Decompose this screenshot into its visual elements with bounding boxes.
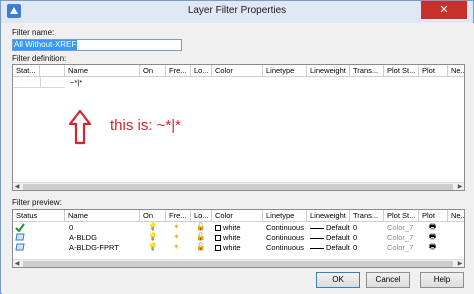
layer-name[interactable]: A-BLDG-FPRT [69,243,119,253]
sun-icon[interactable]: ☀ [173,242,180,252]
def-col-color[interactable]: Color [212,65,263,77]
def-row-name[interactable]: ~*|* [70,78,82,88]
lineweight-cell[interactable]: Default [310,243,350,253]
sun-icon[interactable]: ☀ [173,222,180,232]
layer-name[interactable]: 0 [69,223,73,233]
preview-horizontal-scrollbar[interactable]: ◀ ▶ [13,259,464,267]
cancel-button[interactable]: Cancel [366,272,410,288]
def-col-status-2[interactable] [40,65,65,77]
unlock-icon[interactable]: 🔓 [196,242,205,252]
def-horizontal-scrollbar[interactable]: ◀ ▶ [13,182,464,190]
def-col-on[interactable]: On [140,65,166,77]
title-bar: Layer Filter Properties ✕ [1,1,473,23]
linetype-cell[interactable]: Continuous [266,233,304,243]
scroll-right-icon[interactable]: ▶ [456,183,464,190]
lineweight-cell[interactable]: Default [310,223,350,233]
plot-style-cell[interactable]: Color_7 [387,233,413,243]
prev-col-linetype[interactable]: Linetype [263,210,307,222]
unlock-icon[interactable]: 🔓 [196,232,205,242]
lightbulb-icon[interactable]: 💡 [148,222,157,232]
printer-icon[interactable]: 🖶 [429,222,436,232]
color-name: white [223,243,241,252]
def-row-divider [40,77,41,87]
lightbulb-icon[interactable]: 💡 [148,242,157,252]
lineweight-value: Default [326,223,350,232]
color-cell[interactable]: white [215,223,241,233]
transparency-cell[interactable]: 0 [353,243,357,253]
transparency-cell[interactable]: 0 [353,223,357,233]
prev-col-plot[interactable]: Plot [419,210,448,222]
def-col-linetype[interactable]: Linetype [263,65,307,77]
lineweight-line [310,227,324,229]
filter-name-input[interactable]: All Without-XREF [12,39,182,51]
scrollbar-thumb[interactable] [23,261,453,267]
plot-style-cell[interactable]: Color_7 [387,223,413,233]
prev-col-on[interactable]: On [140,210,166,222]
layer-icon [15,243,25,254]
filter-name-label: Filter name: [12,28,55,37]
prev-col-name[interactable]: Name [65,210,140,222]
def-row-underline [13,87,65,88]
help-button[interactable]: Help [420,272,464,288]
scroll-left-icon[interactable]: ◀ [13,183,21,190]
lightbulb-icon[interactable]: 💡 [148,232,157,242]
color-cell[interactable]: white [215,243,241,253]
plot-style-cell[interactable]: Color_7 [387,243,413,253]
color-cell[interactable]: white [215,233,241,243]
prev-col-freeze[interactable]: Fre... [166,210,191,222]
prev-col-transparency[interactable]: Trans... [350,210,384,222]
transparency-cell[interactable]: 0 [353,233,357,243]
prev-col-status[interactable]: Status [13,210,65,222]
def-col-lock[interactable]: Lo... [191,65,212,77]
def-col-plot[interactable]: Plot [419,65,448,77]
printer-icon[interactable]: 🖶 [429,242,436,252]
scroll-right-icon[interactable]: ▶ [456,260,464,267]
lineweight-value: Default [326,233,350,242]
lineweight-line [310,237,324,239]
prev-col-lock[interactable]: Lo... [191,210,212,222]
def-col-plot-style[interactable]: Plot St... [384,65,419,77]
window-title: Layer Filter Properties [187,5,287,16]
def-col-freeze[interactable]: Fre... [166,65,191,77]
def-col-lineweight[interactable]: Lineweight [307,65,350,77]
linetype-cell[interactable]: Continuous [266,243,304,253]
color-swatch [215,225,221,232]
def-col-name[interactable]: Name [65,65,140,77]
prev-col-color[interactable]: Color [212,210,263,222]
prev-col-new-vp[interactable]: Ne... [448,210,464,222]
filter-name-value: All Without-XREF [13,40,78,50]
prev-col-lineweight[interactable]: Lineweight [307,210,350,222]
lineweight-cell[interactable]: Default [310,233,350,243]
color-name: white [223,223,241,232]
color-name: white [223,233,241,242]
layer-filter-properties-dialog: Layer Filter Properties ✕ Filter name: A… [0,0,474,294]
scrollbar-thumb[interactable] [23,184,453,190]
annotation-text: this is: ~*|* [110,117,182,134]
unlock-icon[interactable]: 🔓 [196,222,205,232]
filter-definition-label: Filter definition: [12,54,67,63]
def-col-new-vp[interactable]: Ne... [448,65,464,77]
close-button[interactable]: ✕ [421,1,467,19]
scroll-left-icon[interactable]: ◀ [13,260,21,267]
filter-preview-label: Filter preview: [12,198,62,207]
linetype-cell[interactable]: Continuous [266,223,304,233]
prev-col-plot-style[interactable]: Plot St... [384,210,419,222]
def-col-status[interactable]: Stat... [13,65,40,77]
color-swatch [215,245,221,252]
color-swatch [215,235,221,242]
filter-preview-grid[interactable]: Status Name On Fre... Lo... Color Linety… [12,209,465,268]
sun-icon[interactable]: ☀ [173,232,180,242]
red-up-arrow-icon [68,109,92,145]
def-col-transparency[interactable]: Trans... [350,65,384,77]
printer-icon[interactable]: 🖶 [429,232,436,242]
layer-name[interactable]: A-BLDG [69,233,97,243]
lineweight-value: Default [326,243,350,252]
ok-button[interactable]: OK [316,272,360,288]
dialog-content: Filter name: All Without-XREF Filter def… [2,23,474,294]
lineweight-line [310,247,324,249]
